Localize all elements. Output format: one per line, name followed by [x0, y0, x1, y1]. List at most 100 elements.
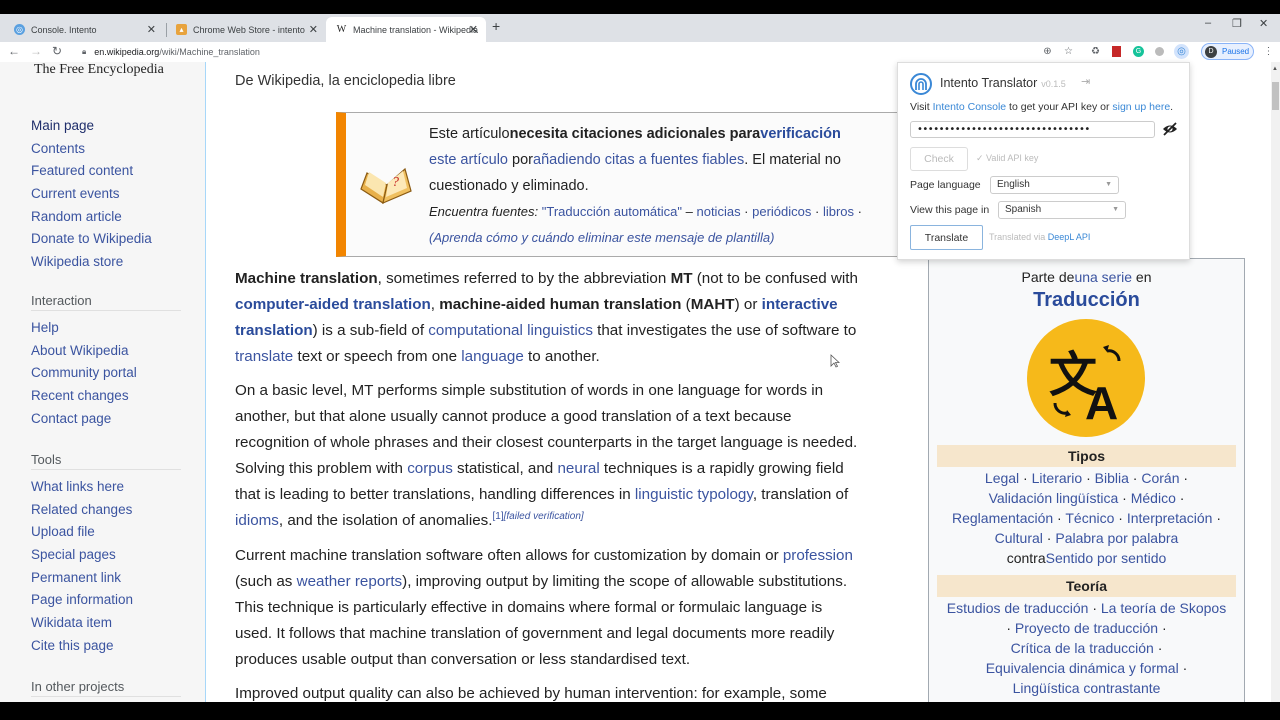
- verification-link[interactable]: verificación: [760, 126, 841, 142]
- hide-password-eye-icon[interactable]: [1162, 122, 1178, 136]
- back-button[interactable]: ←: [8, 44, 20, 58]
- type-link[interactable]: Biblia: [1095, 470, 1129, 486]
- sidebar-item-related-changes[interactable]: Related changes: [31, 499, 181, 522]
- close-tab-icon[interactable]: ✕: [147, 23, 156, 36]
- linguistic-typology-link[interactable]: linguistic typology: [635, 486, 753, 503]
- api-key-input[interactable]: ••••••••••••••••••••••••••••••••: [910, 121, 1155, 138]
- gray-extension-icon[interactable]: [1153, 45, 1166, 58]
- theory-link[interactable]: Crítica de la traducción: [1011, 640, 1154, 656]
- sidebar-item-contents[interactable]: Contents: [31, 138, 152, 161]
- red-book-extension-icon[interactable]: [1110, 45, 1123, 58]
- reload-button[interactable]: ↻: [52, 44, 62, 58]
- forward-button[interactable]: →: [30, 44, 42, 58]
- find-sources-query-link[interactable]: "Traducción automática": [538, 204, 682, 219]
- citation-1-link[interactable]: [1]: [493, 511, 504, 522]
- theory-link[interactable]: Lingüística contrastante: [1013, 680, 1161, 696]
- new-tab-button[interactable]: +: [492, 18, 500, 34]
- sidebar-item-page-information[interactable]: Page information: [31, 589, 181, 612]
- sidebar-item-recent-changes[interactable]: Recent changes: [31, 385, 181, 408]
- scroll-thumb[interactable]: [1272, 82, 1279, 110]
- type-link[interactable]: Palabra por palabra: [1055, 530, 1178, 546]
- find-newspapers-link[interactable]: periódicos: [752, 204, 811, 219]
- address-bar[interactable]: 🔒︎ en.wikipedia.org/wiki/Machine_transla…: [70, 43, 1085, 61]
- sidebar-item-help[interactable]: Help: [31, 317, 181, 340]
- theory-link[interactable]: Estudios de traducción: [947, 600, 1089, 616]
- sidebar-item-special-pages[interactable]: Special pages: [31, 544, 181, 567]
- type-link[interactable]: Corán: [1141, 470, 1179, 486]
- neural-link[interactable]: neural: [557, 460, 599, 477]
- intento-extension-icon[interactable]: ◎: [1174, 44, 1189, 59]
- close-tab-icon[interactable]: ✕: [309, 23, 318, 36]
- type-link[interactable]: Validación lingüística: [989, 490, 1119, 506]
- page-language-select[interactable]: English ▼: [990, 176, 1119, 194]
- restore-button[interactable]: ❐: [1232, 17, 1242, 30]
- computer-aided-translation-link[interactable]: computer-aided translation: [235, 296, 431, 313]
- check-button[interactable]: Check: [910, 147, 968, 171]
- failed-verification-link[interactable]: [failed verification]: [504, 511, 584, 522]
- close-tab-icon[interactable]: ✕: [469, 23, 478, 36]
- paragraph-intro: Machine translation, sometimes referred …: [235, 266, 915, 370]
- type-link[interactable]: Legal: [985, 470, 1019, 486]
- weather-reports-link[interactable]: weather reports: [297, 573, 403, 590]
- translate-link[interactable]: translate: [235, 348, 293, 365]
- language-link[interactable]: language: [461, 348, 524, 365]
- sidebar-item-donate[interactable]: Donate to Wikipedia: [31, 228, 152, 251]
- bookmark-star-icon[interactable]: ☆: [1062, 45, 1075, 58]
- sidebar-item-cite-page[interactable]: Cite this page: [31, 635, 181, 658]
- sidebar-item-main-page[interactable]: Main page: [31, 115, 152, 138]
- infobox-title-link[interactable]: Traducción: [929, 289, 1244, 312]
- add-citations-link[interactable]: añadiendo citas a fuentes fiables: [533, 152, 744, 168]
- improve-article-link[interactable]: este artículo: [429, 152, 508, 168]
- sidebar-item-contact[interactable]: Contact page: [31, 408, 181, 431]
- sidebar-item-upload-file[interactable]: Upload file: [31, 521, 181, 544]
- sidebar-item-store[interactable]: Wikipedia store: [31, 251, 152, 274]
- minimize-button[interactable]: –: [1205, 17, 1211, 29]
- deepl-api-link[interactable]: DeepL API: [1048, 232, 1091, 242]
- series-link[interactable]: una serie: [1074, 269, 1132, 285]
- text: This technique is particularly effective…: [235, 599, 823, 616]
- computational-linguistics-link[interactable]: computational linguistics: [428, 322, 593, 339]
- theory-link[interactable]: Equivalencia dinámica y formal: [986, 660, 1179, 676]
- corpus-link[interactable]: corpus: [407, 460, 453, 477]
- type-link[interactable]: Reglamentación: [952, 510, 1053, 526]
- sidebar-item-community-portal[interactable]: Community portal: [31, 362, 181, 385]
- type-link[interactable]: Médico: [1131, 490, 1176, 506]
- menu-kebab-icon[interactable]: ⋮: [1262, 45, 1275, 58]
- tab-chrome-web-store[interactable]: ▴ Chrome Web Store - intento ✕: [166, 17, 326, 42]
- sign-up-link[interactable]: sign up here: [1112, 101, 1170, 113]
- recycle-extension-icon[interactable]: ♻: [1089, 45, 1102, 58]
- type-link[interactable]: Literario: [1032, 470, 1083, 486]
- learn-remove-template-link[interactable]: (Aprenda cómo y cuándo eliminar este men…: [429, 230, 774, 245]
- logout-icon[interactable]: ⇥: [1081, 75, 1090, 88]
- theory-link[interactable]: Proyecto de traducción: [1015, 620, 1158, 636]
- tab-console-intento[interactable]: ◎ Console. Intento ✕: [4, 17, 164, 42]
- sidebar-item-permanent-link[interactable]: Permanent link: [31, 567, 181, 590]
- close-window-button[interactable]: ✕: [1259, 17, 1268, 30]
- find-books-link[interactable]: libros: [823, 204, 854, 219]
- page-scrollbar[interactable]: ▲: [1271, 62, 1280, 702]
- tab-machine-translation[interactable]: W Machine translation - Wikipedia ✕: [326, 17, 486, 42]
- type-link[interactable]: Interpretación: [1127, 510, 1213, 526]
- sidebar-item-wikidata-item[interactable]: Wikidata item: [31, 612, 181, 635]
- intento-console-link[interactable]: Intento Console: [933, 101, 1007, 113]
- grammarly-extension-icon[interactable]: G: [1132, 45, 1145, 58]
- sidebar-item-random-article[interactable]: Random article: [31, 206, 152, 229]
- scroll-up-arrow-icon[interactable]: ▲: [1272, 66, 1278, 72]
- zoom-icon[interactable]: ⊕: [1041, 45, 1054, 58]
- sidebar-item-featured-content[interactable]: Featured content: [31, 160, 152, 183]
- find-news-link[interactable]: noticias: [696, 204, 740, 219]
- translate-button[interactable]: Translate: [910, 225, 983, 250]
- sidebar-item-current-events[interactable]: Current events: [31, 183, 152, 206]
- interactive-translation-link[interactable]: interactive: [762, 296, 838, 313]
- idioms-link[interactable]: idioms: [235, 512, 279, 529]
- profession-link[interactable]: profession: [783, 547, 853, 564]
- type-link[interactable]: Sentido por sentido: [1046, 550, 1167, 566]
- sidebar-item-about[interactable]: About Wikipedia: [31, 340, 181, 363]
- sidebar-item-what-links-here[interactable]: What links here: [31, 476, 181, 499]
- type-link[interactable]: Técnico: [1065, 510, 1114, 526]
- target-language-select[interactable]: Spanish ▼: [998, 201, 1126, 219]
- theory-link[interactable]: La teoría de Skopos: [1101, 600, 1226, 616]
- profile-button[interactable]: D Paused: [1201, 43, 1254, 60]
- type-link[interactable]: Cultural: [995, 530, 1043, 546]
- interactive-translation-link[interactable]: translation: [235, 322, 313, 339]
